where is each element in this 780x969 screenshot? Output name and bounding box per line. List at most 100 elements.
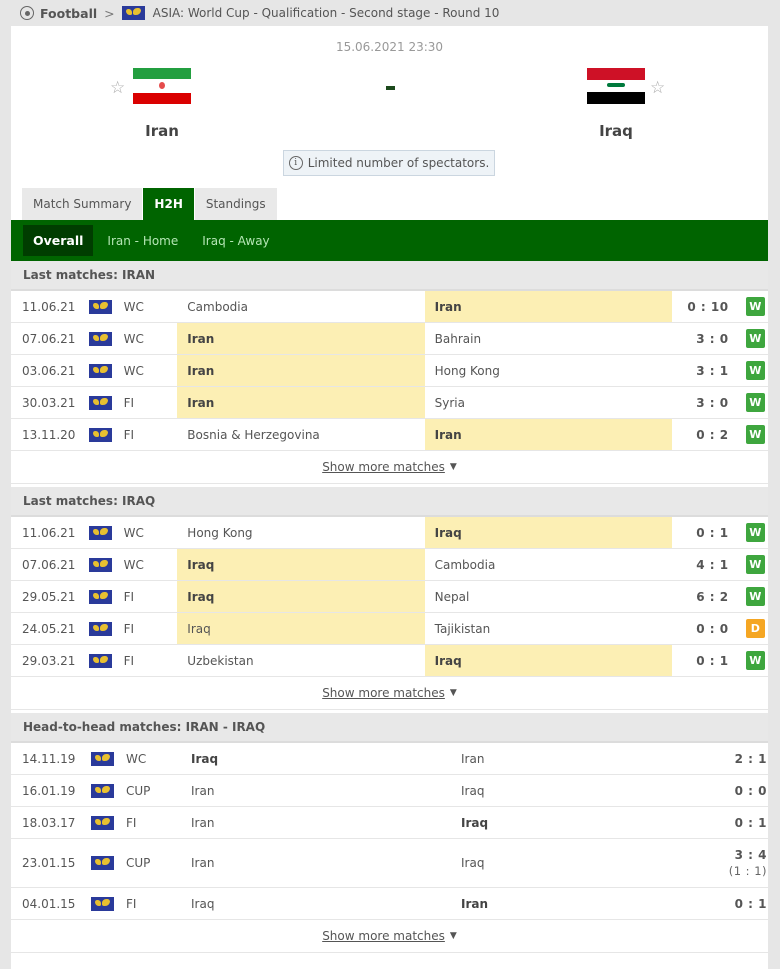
score-value: 0 : 10: [687, 299, 729, 314]
score-regular-time: (1 : 1): [728, 864, 767, 878]
match-row[interactable]: 24.05.21 FI Iraq Tajikistan 0 : 0 D: [11, 613, 768, 645]
home-team-name: Iran: [191, 815, 215, 830]
home-team-name: Iraq: [177, 613, 425, 644]
home-team-name: Iraq: [191, 751, 219, 766]
match-date: 14.11.19: [22, 751, 76, 766]
match-row[interactable]: 14.11.19 WC Iraq Iran 2 : 1: [11, 743, 768, 775]
match-date: 13.11.20: [22, 427, 76, 442]
subtab-iraq-away[interactable]: Iraq - Away: [192, 225, 279, 256]
subtab-iran-home[interactable]: Iran - Home: [97, 225, 188, 256]
world-flag-icon: [89, 299, 113, 314]
world-flag-icon: [89, 589, 113, 604]
match-row[interactable]: 07.06.21 WC Iran Bahrain 3 : 0 W: [11, 323, 768, 355]
caret-down-icon: ▼: [449, 462, 457, 472]
match-row[interactable]: 16.01.19 CUP Iran Iraq 0 : 0: [11, 775, 768, 807]
match-row[interactable]: 29.05.21 FI Iraq Nepal 6 : 2 W: [11, 581, 768, 613]
score-value: 0 : 1: [696, 653, 729, 668]
match-date: 29.03.21: [22, 653, 76, 668]
section-head-to-head: Head-to-head matches: IRAN - IRAQ 14.11.…: [11, 713, 768, 953]
match-score: 0 : 0: [672, 622, 729, 636]
show-more-matches-button[interactable]: Show more matches ▼: [11, 677, 768, 710]
match-date: 23.01.15: [22, 856, 76, 870]
match-header: 15.06.2021 23:30 ☆ Iran Iraq ☆ i Limited…: [11, 26, 768, 184]
favorite-away-star-icon[interactable]: ☆: [650, 78, 665, 98]
match-date: 29.05.21: [22, 589, 76, 604]
competition-code: CUP: [126, 856, 151, 870]
match-date: 04.01.15: [22, 896, 76, 911]
world-flag-icon: [91, 815, 114, 830]
breadcrumb-sport-link[interactable]: Football: [40, 6, 97, 21]
show-more-matches-button[interactable]: Show more matches ▼: [11, 451, 768, 484]
away-team-name: Iraq: [461, 815, 489, 830]
competition-code: WC: [123, 557, 144, 572]
match-score: 0 : 1: [672, 654, 729, 668]
world-flag-icon: [91, 751, 114, 766]
match-score: 0 : 1: [672, 526, 729, 540]
match-row[interactable]: 13.11.20 FI Bosnia & Herzegovina Iran 0 …: [11, 419, 768, 451]
subtab-overall[interactable]: Overall: [23, 225, 94, 256]
competition-code: CUP: [126, 783, 151, 798]
result-badge: W: [745, 651, 765, 670]
match-date: 11.06.21: [22, 299, 76, 314]
world-flag-icon: [89, 427, 113, 442]
tab-h2h[interactable]: H2H: [143, 188, 194, 220]
home-team-name: Iran: [191, 856, 215, 870]
match-row[interactable]: 30.03.21 FI Iran Syria 3 : 0 W: [11, 387, 768, 419]
score-value: 0 : 0: [734, 783, 767, 798]
tab-standings[interactable]: Standings: [194, 188, 277, 220]
home-team[interactable]: Iran: [107, 68, 217, 140]
iraq-flag-icon: [587, 68, 645, 104]
match-score: 2 : 1: [687, 752, 767, 766]
away-team-name: Iraq: [461, 783, 485, 798]
home-team-name: Iran: [191, 783, 215, 798]
result-badge: W: [745, 523, 765, 542]
match-row[interactable]: 04.01.15 FI Iraq Iran 0 : 1: [11, 888, 768, 920]
competition-code: FI: [123, 427, 135, 442]
home-team-name: Hong Kong: [187, 525, 253, 540]
match-row[interactable]: 11.06.21 WC Cambodia Iran 0 : 10 W: [11, 291, 768, 323]
match-score-dash: [386, 86, 395, 90]
home-team-name[interactable]: Iran: [107, 122, 217, 140]
match-datetime: 15.06.2021 23:30: [335, 40, 444, 54]
competition-code: FI: [123, 395, 135, 410]
breadcrumb-league-link[interactable]: ASIA: World Cup - Qualification - Second…: [153, 6, 500, 20]
world-flag-icon: [89, 395, 113, 410]
away-team-name[interactable]: Iraq: [561, 122, 671, 140]
home-team-name: Iraq: [191, 896, 215, 911]
away-team-name: Iran: [424, 419, 672, 450]
competition-code: FI: [126, 896, 137, 911]
match-row[interactable]: 07.06.21 WC Iraq Cambodia 4 : 1 W: [11, 549, 768, 581]
world-flag-icon: [91, 783, 114, 798]
result-badge: W: [745, 329, 765, 348]
match-row[interactable]: 03.06.21 WC Iran Hong Kong 3 : 1 W: [11, 355, 768, 387]
world-flag-icon: [89, 557, 113, 572]
section-title: Last matches: IRAN: [11, 261, 768, 291]
match-row[interactable]: 11.06.21 WC Hong Kong Iraq 0 : 1 W: [11, 517, 768, 549]
show-more-matches-button[interactable]: Show more matches ▼: [11, 920, 768, 953]
tab-match-summary[interactable]: Match Summary: [22, 188, 143, 220]
show-more-label[interactable]: Show more matches: [322, 686, 445, 700]
home-team-name: Bosnia & Herzegovina: [187, 427, 320, 442]
match-row[interactable]: 18.03.17 FI Iran Iraq 0 : 1: [11, 807, 768, 839]
competition-code: FI: [123, 589, 135, 604]
away-team-name: Iran: [461, 896, 489, 911]
score-value: 3 : 4: [734, 848, 767, 862]
away-team-name: Iran: [424, 291, 672, 322]
score-value: 0 : 1: [734, 815, 767, 830]
match-date: 30.03.21: [22, 395, 76, 410]
match-date: 07.06.21: [22, 331, 76, 346]
match-score: 0 : 1: [687, 816, 767, 830]
competition-code: WC: [123, 525, 144, 540]
section-title: Head-to-head matches: IRAN - IRAQ: [11, 713, 768, 743]
match-score: 3 : 4 (1 : 1): [687, 848, 767, 878]
match-row[interactable]: 23.01.15 CUP Iran Iraq 3 : 4 (1 : 1): [11, 839, 768, 888]
away-team-name: Iran: [461, 751, 485, 766]
show-more-label[interactable]: Show more matches: [322, 929, 445, 943]
chevron-right-icon: >: [104, 5, 115, 21]
result-badge: W: [745, 587, 765, 606]
score-value: 3 : 1: [696, 363, 729, 378]
show-more-label[interactable]: Show more matches: [322, 460, 445, 474]
match-row[interactable]: 29.03.21 FI Uzbekistan Iraq 0 : 1 W: [11, 645, 768, 677]
away-team-name: Iraq: [461, 856, 485, 870]
competition-code: FI: [123, 653, 135, 668]
